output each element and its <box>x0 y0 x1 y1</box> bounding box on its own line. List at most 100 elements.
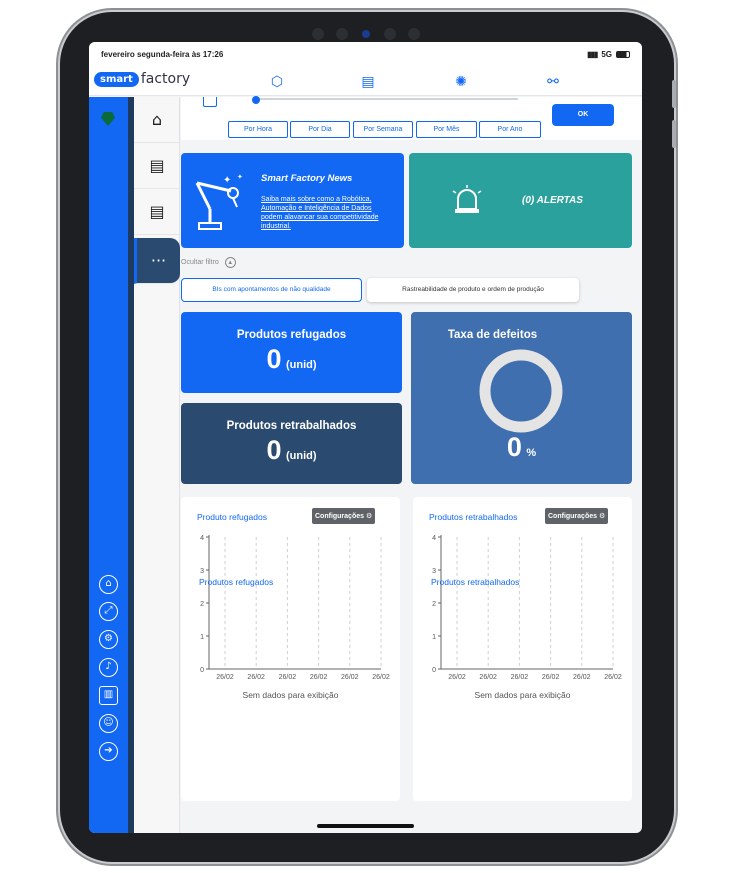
server-icon[interactable]: ▤ <box>134 189 180 235</box>
settings-icon[interactable]: ⚙ <box>99 630 118 649</box>
home-icon[interactable]: ⌂ <box>99 575 118 594</box>
network-icon[interactable]: ⚯ <box>544 72 562 90</box>
app-screen: fevereiro segunda-feira às 17:26 ▮▮▮ 5G … <box>89 42 642 833</box>
battery-icon <box>616 51 630 58</box>
loader-icon[interactable]: ✺ <box>452 72 470 90</box>
y-tick-label: 2 <box>432 601 436 608</box>
camera-dot <box>312 28 324 40</box>
empty-message: Sem dados para exibição <box>474 690 571 700</box>
period-month[interactable]: Por Mês <box>416 121 477 138</box>
tab-traceability[interactable]: Rastreabilidade de produto e ordem de pr… <box>367 278 579 302</box>
server-icon[interactable]: ▤ <box>359 72 377 90</box>
x-tick-label: 26/02 <box>573 674 591 681</box>
logout-icon[interactable]: ➔ <box>99 742 118 761</box>
logo-smart: smart <box>94 71 139 87</box>
chart-retrabalhados: 0 1 2 3 4 26/02 26/02 26/02 26/02 26/02 26/02 Produ… <box>431 535 622 681</box>
y-tick-label: 4 <box>200 535 204 542</box>
news-link[interactable]: Saiba mais sobre como a Robótica, Automa… <box>261 195 393 231</box>
book-icon[interactable]: ▥ <box>99 686 118 705</box>
secondary-sidebar: ⌂ ▤ ▤ ··· <box>134 97 180 833</box>
bell-icon[interactable]: ♪ <box>99 658 118 677</box>
news-card[interactable]: ✦ ✦ Smart Factory News Saiba mais sobre … <box>181 153 404 248</box>
y-tick-label: 0 <box>200 667 204 674</box>
signal-icon: ▮▮▮ <box>587 50 598 59</box>
panel-refugados: Produto refugados Configurações ⚙ 012342… <box>181 497 400 801</box>
y-tick-label: 1 <box>432 634 436 641</box>
status-time: fevereiro segunda-feira às 17:26 <box>101 50 224 59</box>
svg-text:✦: ✦ <box>237 173 243 181</box>
period-week[interactable]: Por Semana <box>353 121 413 138</box>
emerald-icon[interactable] <box>101 112 115 126</box>
volume-button <box>672 80 676 108</box>
x-tick-label: 26/02 <box>479 674 497 681</box>
user-icon[interactable]: ☺ <box>99 714 118 733</box>
x-tick-label: 26/02 <box>448 674 466 681</box>
period-filter: Por Hora Por Dia Por Semana Por Mês Por … <box>181 96 642 140</box>
y-tick-label: 1 <box>200 634 204 641</box>
app-logo[interactable]: smart factory <box>94 71 190 87</box>
home-indicator <box>317 824 414 828</box>
x-tick-label: 26/02 <box>542 674 560 681</box>
series-label: Produtos refugados <box>199 577 273 587</box>
ok-button[interactable]: OK <box>552 104 614 126</box>
network-label: 5G <box>601 50 612 59</box>
kpi-title: Produtos refugados <box>236 329 347 341</box>
panel-retrabalhados: Produtos retrabalhados Configurações ⚙ 0… <box>413 497 632 801</box>
kpi-unit: (unid) <box>285 450 317 462</box>
period-hour[interactable]: Por Hora <box>228 121 288 138</box>
period-year[interactable]: Por Ano <box>479 121 541 138</box>
slider-knob[interactable] <box>252 96 260 104</box>
y-tick-label: 2 <box>200 601 204 608</box>
kpi-unit: (unid) <box>285 359 317 371</box>
left-sidebar: ⌂ ⤢ ⚙ ♪ ▥ ☺ ➔ <box>89 97 128 833</box>
kpi-refugados: Produtos refugados 0 (unid) <box>181 312 402 393</box>
expand-icon[interactable]: ⤢ <box>99 602 118 621</box>
camera-dot <box>336 28 348 40</box>
kpi-value: 0 <box>506 432 522 462</box>
kpi-value: 0 <box>266 435 282 465</box>
defect-rate-ring <box>479 349 563 433</box>
kpi-value-row: 0 % <box>411 432 632 463</box>
chart-refugados: 0 1 2 3 4 26/02 26/02 26/02 26/02 26/02 26/02 Produ… <box>199 535 390 681</box>
camera-dot <box>408 28 420 40</box>
main-content: Por Hora Por Dia Por Semana Por Mês Por … <box>181 96 642 833</box>
y-tick-label: 4 <box>432 535 436 542</box>
tab-quality[interactable]: BIs com apontamentos de não qualidade <box>181 278 362 302</box>
x-tick-label: 26/02 <box>216 674 234 681</box>
x-tick-label: 26/02 <box>310 674 328 681</box>
kpi-value: 0 <box>266 344 282 374</box>
siren-icon <box>452 185 482 213</box>
kpi-title: Produtos retrabalhados <box>226 420 357 432</box>
news-title: Smart Factory News <box>261 173 353 184</box>
chart-icon <box>203 97 217 107</box>
x-tick-label: 26/02 <box>511 674 529 681</box>
top-navbar: smart factory ⬡ ▤ ✺ ⚯ <box>89 66 642 96</box>
home-icon[interactable]: ⌂ <box>134 97 180 143</box>
alerts-label: (0) ALERTAS <box>522 195 583 206</box>
alerts-card[interactable]: (0) ALERTAS <box>409 153 632 248</box>
camera-lens <box>362 30 370 38</box>
robot-arm-icon: ✦ ✦ <box>195 173 243 230</box>
y-tick-label: 3 <box>432 568 436 575</box>
kpi-value-row: 0 (unid) <box>181 344 402 375</box>
y-tick-label: 3 <box>200 568 204 575</box>
period-day[interactable]: Por Dia <box>290 121 350 138</box>
kpi-unit: % <box>526 447 537 459</box>
kpi-retrabalhados: Produtos retrabalhados 0 (unid) <box>181 403 402 484</box>
server-icon[interactable]: ▤ <box>134 143 180 189</box>
logo-factory: factory <box>140 71 191 87</box>
y-tick-label: 0 <box>432 667 436 674</box>
more-icon[interactable]: ··· <box>134 238 180 284</box>
kpi-value-row: 0 (unid) <box>181 435 402 466</box>
kpi-title: Taxa de defeitos <box>447 329 538 341</box>
time-slider[interactable] <box>252 96 518 104</box>
x-tick-label: 26/02 <box>341 674 359 681</box>
camera-dot <box>384 28 396 40</box>
status-bar: fevereiro segunda-feira às 17:26 ▮▮▮ 5G <box>89 42 642 66</box>
cube-icon[interactable]: ⬡ <box>268 72 286 90</box>
hide-filter-label: Ocultar filtro <box>181 259 219 266</box>
power-button <box>672 120 676 148</box>
kpi-defeitos: Taxa de defeitos 0 % <box>411 312 632 484</box>
hide-filter-toggle[interactable]: Ocultar filtro ▲ <box>181 257 236 268</box>
svg-text:✦: ✦ <box>223 175 231 186</box>
